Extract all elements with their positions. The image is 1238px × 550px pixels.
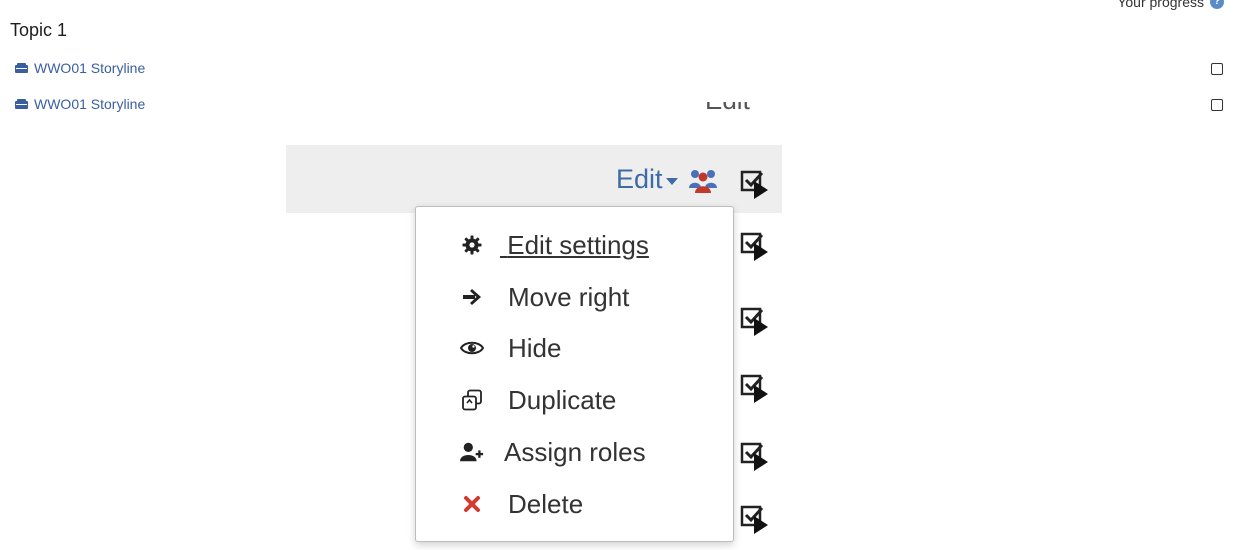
groups-icon[interactable] [688,166,718,194]
menu-item-hide[interactable]: Hide [416,326,733,370]
info-icon[interactable]: ? [1210,0,1224,9]
menu-item-label: Hide [508,332,562,363]
progress-label: Your progress [1117,0,1204,10]
menu-item-label: Duplicate [508,384,617,415]
completion-toggle-icon[interactable] [740,230,772,262]
activity-link[interactable]: WWO01 Storyline [34,96,145,112]
topic-title: Topic 1 [10,20,68,40]
menu-item-move-right[interactable]: Move right [416,275,733,319]
edit-menu-trigger-partial[interactable]: Edit [705,102,751,126]
progress-header: Your progress ? [1117,0,1224,10]
menu-item-label: Assign roles [504,436,646,467]
completion-toggle-icon[interactable] [740,305,772,337]
menu-item-label: Edit settings [507,229,649,260]
completion-toggle-icon[interactable] [740,503,772,535]
completion-toggle-icon[interactable] [740,440,772,472]
completion-checkbox[interactable] [1211,63,1223,75]
edit-menu-trigger[interactable]: Edit [616,164,678,195]
scorm-package-icon [15,63,28,73]
completion-toggle-icon[interactable] [740,168,772,200]
gear-icon [460,233,484,257]
menu-item-edit-settings[interactable]: Edit settings [416,223,733,267]
edit-menu-label: Edit [616,164,663,194]
menu-item-label: Delete [508,488,584,519]
menu-item-assign-roles[interactable]: Assign roles [416,430,733,474]
menu-item-label: Move right [508,281,630,312]
activity-row: WWO01 Storyline [15,96,145,112]
eye-icon [460,336,484,360]
delete-icon [460,492,484,516]
activity-row: WWO01 Storyline [15,60,145,76]
menu-item-delete[interactable]: Delete [416,482,733,526]
completion-toggle-icon[interactable] [740,372,772,404]
completion-checkbox[interactable] [1211,99,1223,111]
assign-roles-icon [460,440,484,464]
menu-item-duplicate[interactable]: Duplicate [416,378,733,422]
caret-down-icon [665,178,678,185]
duplicate-icon [460,388,484,412]
edit-dropdown-menu: Edit settings Move right Hide Duplicate … [415,206,734,542]
activity-link[interactable]: WWO01 Storyline [34,60,145,76]
scorm-package-icon [15,99,28,109]
arrow-right-icon [460,285,484,309]
